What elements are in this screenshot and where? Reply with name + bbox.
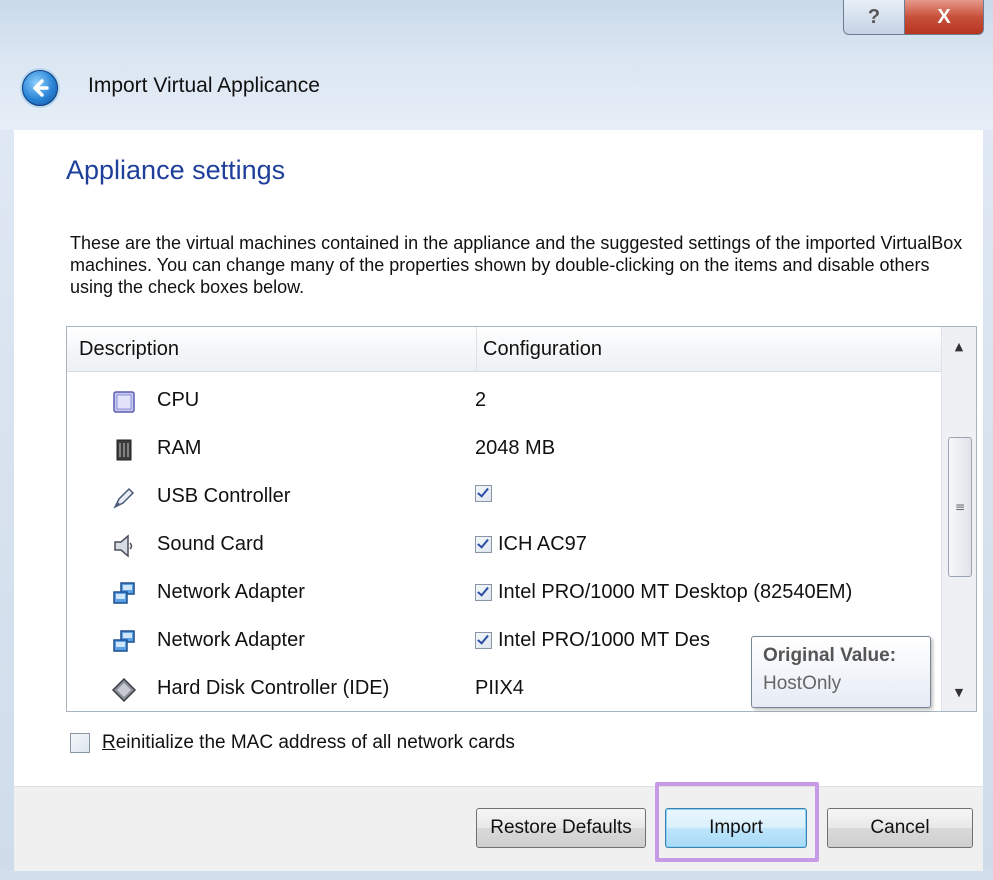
intro-text: These are the virtual machines contained…	[70, 233, 963, 297]
grip-icon: ≡	[954, 500, 966, 514]
back-arrow-icon	[33, 79, 49, 97]
network-icon	[113, 582, 135, 604]
row-value: Intel PRO/1000 MT Desktop (82540EM)	[475, 581, 852, 604]
help-button[interactable]: ?	[843, 0, 905, 35]
table-row-sound-card[interactable]: Sound Card ICH AC97	[67, 521, 941, 569]
tooltip-title: Original Value:	[763, 645, 897, 666]
scroll-down-arrow-icon[interactable]: ▼	[942, 677, 976, 707]
row-value: Intel PRO/1000 MT Des	[475, 629, 710, 652]
scroll-up-arrow-icon[interactable]: ▲	[942, 331, 976, 361]
checkbox[interactable]	[70, 733, 90, 753]
window-title: Import Virtual Applicance	[88, 74, 320, 97]
reinitialize-mac-checkbox[interactable]: Reinitialize the MAC address of all netw…	[70, 732, 515, 754]
caption-buttons: ? X	[843, 0, 984, 36]
row-value: 2	[475, 389, 487, 411]
close-button[interactable]: X	[905, 0, 984, 35]
tooltip-value: HostOnly	[763, 673, 842, 694]
row-description: Hard Disk Controller (IDE)	[157, 677, 390, 699]
row-value: 2048 MB	[475, 437, 556, 459]
row-enable-checkbox[interactable]	[475, 584, 492, 601]
table-row-network-adapter-1[interactable]: Network Adapter Intel PRO/1000 MT Deskto…	[67, 569, 941, 617]
column-header-configuration[interactable]: Configuration	[477, 327, 943, 372]
table-row-cpu[interactable]: CPU 2	[67, 377, 941, 425]
checkbox-label: Reinitialize the MAC address of all netw…	[102, 732, 515, 753]
row-description: CPU	[157, 389, 200, 411]
table-row-usb-controller[interactable]: USB Controller	[67, 473, 941, 521]
row-value: ICH AC97	[475, 533, 587, 556]
row-enable-checkbox[interactable]	[475, 485, 492, 502]
row-value	[475, 485, 498, 502]
row-description: RAM	[157, 437, 202, 459]
row-description: USB Controller	[157, 485, 291, 507]
usb-icon	[113, 487, 135, 509]
back-button[interactable]	[22, 70, 58, 106]
window-frame-right	[983, 130, 993, 880]
scroll-thumb[interactable]: ≡	[948, 437, 972, 577]
page-title: Appliance settings	[66, 155, 286, 185]
window-frame-bottom	[0, 870, 993, 880]
cancel-button[interactable]: Cancel	[827, 808, 973, 848]
window-frame-left	[0, 130, 14, 880]
row-description: Network Adapter	[157, 629, 305, 651]
speaker-icon	[114, 534, 133, 558]
original-value-tooltip: Original Value: HostOnly	[751, 636, 931, 708]
ram-icon	[116, 439, 132, 461]
network-icon	[113, 630, 135, 652]
row-description: Network Adapter	[157, 581, 305, 603]
import-button-highlight	[655, 782, 819, 862]
table-row-ram[interactable]: RAM 2048 MB	[67, 425, 941, 473]
row-value: PIIX4	[475, 677, 524, 699]
column-header-description[interactable]: Description	[67, 327, 477, 372]
disk-controller-icon	[111, 677, 137, 703]
restore-defaults-button[interactable]: Restore Defaults	[476, 808, 646, 848]
row-enable-checkbox[interactable]	[475, 536, 492, 553]
table-scrollbar[interactable]: ▲ ≡ ▼	[941, 327, 976, 711]
row-description: Sound Card	[157, 533, 264, 555]
row-enable-checkbox[interactable]	[475, 632, 492, 649]
cpu-icon	[113, 391, 135, 413]
